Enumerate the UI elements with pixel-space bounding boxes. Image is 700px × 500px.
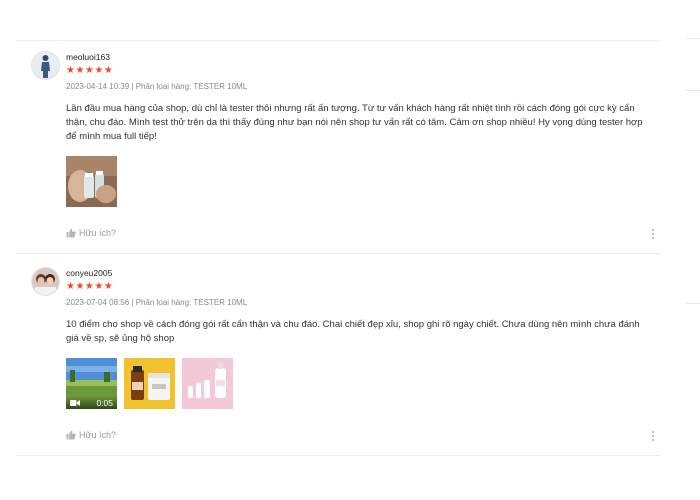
video-camera-icon [70,399,80,406]
thumbs-up-icon [66,228,76,238]
video-duration: 0:05 [96,397,113,408]
couple-photo-avatar-icon [32,268,59,295]
hand-holding-bottles-photo-icon [66,156,117,207]
side-panel-edge [686,90,700,304]
helpful-button[interactable]: Hữu ích? [66,228,116,238]
helpful-label: Hữu ích? [79,430,117,440]
thumbs-up-icon [66,430,76,440]
star-rating: ★★★★★ [66,281,114,292]
divider [16,455,660,456]
review-feed: meoluoi163 ★★★★★ 2023-04-14 10:39 | Phân… [0,0,700,500]
review-item: meoluoi163 ★★★★★ 2023-04-14 10:39 | Phân… [16,46,660,254]
review-meta: 2023-04-14 10:39 | Phân loại hàng: TESTE… [66,82,248,91]
side-divider [686,38,700,39]
review-photo-thumbnail[interactable] [124,358,175,409]
review-meta: 2023-07-04 08:56 | Phân loại hàng: TESTE… [66,298,248,307]
user-avatar[interactable] [31,51,60,80]
review-text: Lần đầu mua hàng của shop, dù chỉ là tes… [66,103,643,142]
review-video-thumbnail[interactable]: 0:05 [66,358,117,409]
helpful-label: Hữu ích? [79,228,117,238]
divider [16,253,660,254]
user-avatar[interactable] [31,267,60,296]
star-rating: ★★★★★ [66,65,114,76]
person-avatar-icon [32,52,59,79]
video-badge: 0:05 [66,396,117,409]
media-gallery: 0:05 [66,358,233,409]
yellow-product-photo-icon [124,358,175,409]
username[interactable]: conyeu2005 [66,268,112,278]
more-options-icon[interactable] [652,431,654,441]
review-text: 10 điểm cho shop về cách đóng gói rất cẩ… [66,319,640,344]
media-gallery [66,156,117,207]
review-photo-thumbnail[interactable] [66,156,117,207]
review-photo-thumbnail[interactable] [182,358,233,409]
more-options-icon[interactable] [652,229,654,239]
review-item: conyeu2005 ★★★★★ 2023-07-04 08:56 | Phân… [16,262,660,456]
username[interactable]: meoluoi163 [66,52,110,62]
pink-bottles-photo-icon [182,358,233,409]
helpful-button[interactable]: Hữu ích? [66,430,116,440]
divider [16,40,660,41]
